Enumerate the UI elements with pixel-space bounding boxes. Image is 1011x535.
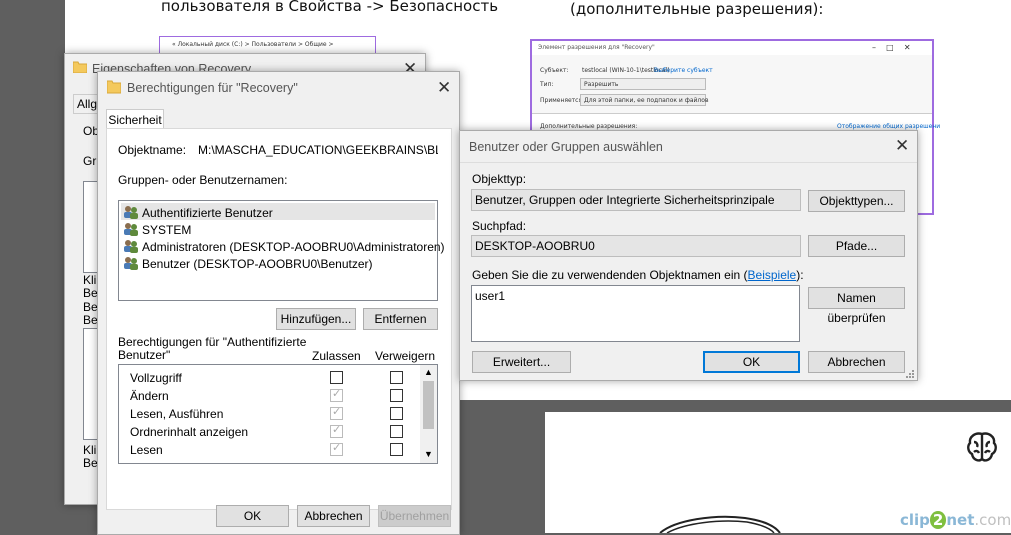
user-name: Benutzer (DESKTOP-AOOBRU0\Benutzer) xyxy=(142,257,373,271)
cancel-button[interactable]: Abbrechen xyxy=(297,505,370,527)
permission-name: Vollzugriff xyxy=(130,371,182,385)
allow-checkbox[interactable] xyxy=(330,405,343,420)
resize-grip-icon[interactable] xyxy=(905,369,915,379)
user-row-authenticated[interactable]: Authentifizierte Benutzer xyxy=(123,205,435,221)
text-partial-1: Kli xyxy=(83,273,97,287)
brain-logo-icon xyxy=(967,432,997,462)
scroll-up-icon[interactable]: ▲ xyxy=(424,367,433,377)
select-users-dialog: Benutzer oder Gruppen auswählen ✕ Objekt… xyxy=(459,130,918,381)
folder-icon xyxy=(107,80,121,94)
permissions-for-label: Berechtigungen für "Authentifizierte Ben… xyxy=(118,335,307,362)
permissions-title: Berechtigungen für "Recovery" xyxy=(127,81,298,95)
objectname-value: M:\MASCHA_EDUCATION\GEEKBRAINS\BLOK xyxy=(198,143,438,157)
user-name: Authentifizierte Benutzer xyxy=(142,206,273,220)
scrollbar[interactable]: ▲ ▼ xyxy=(420,365,437,463)
allow-checkbox[interactable] xyxy=(330,387,343,402)
user-row-users[interactable]: Benutzer (DESKTOP-AOOBRU0\Benutzer) xyxy=(123,256,435,272)
deny-header: Verweigern xyxy=(375,349,436,363)
clip2net-watermark: clip 2 net.com xyxy=(900,511,1011,529)
mini-subject-link: Выберите субъект xyxy=(654,67,713,74)
mini-applies-value: Для этой папки, ее подпапок и файлов xyxy=(584,97,709,104)
text-partial-5: Kli xyxy=(83,443,97,457)
search-path-field: DESKTOP-AOOBRU0 xyxy=(471,235,801,257)
slide-caption-right: (дополнительные разрешения): xyxy=(570,0,824,18)
check-names-button[interactable]: Namen überprüfen xyxy=(808,287,905,325)
permission-name: Lesen, Ausführen xyxy=(130,407,224,421)
advanced-button[interactable]: Erweitert... xyxy=(472,351,571,373)
groups-list: Authentifizierte Benutzer SYSTEM Adminis… xyxy=(118,200,445,301)
users-group-icon xyxy=(124,223,138,236)
add-button[interactable]: Hinzufügen... xyxy=(276,308,356,330)
object-names-label: Geben Sie die zu verwendenden Objektname… xyxy=(472,268,804,282)
cancel-button[interactable]: Abbrechen xyxy=(808,351,905,373)
user-row-system[interactable]: SYSTEM xyxy=(123,222,435,238)
allow-checkbox[interactable] xyxy=(330,423,343,438)
permission-name: Ordnerinhalt anzeigen xyxy=(130,425,249,439)
mini-type-label: Тип: xyxy=(540,81,554,88)
slide-lower-area: clip 2 net.com xyxy=(545,412,1011,533)
user-name: SYSTEM xyxy=(142,223,192,237)
close-icon[interactable]: ✕ xyxy=(437,80,451,97)
mini-explorer-path: « Локальный диск (C:) > Пользователи > О… xyxy=(172,41,334,48)
sketch-arc-drawing xyxy=(659,515,781,533)
mini-window-controls: – □ ✕ xyxy=(872,43,911,52)
ok-button[interactable]: OK xyxy=(703,351,800,373)
mini-type-value: Разрешить xyxy=(584,81,619,88)
paths-button[interactable]: Pfade... xyxy=(808,235,905,257)
permission-name: Ändern xyxy=(130,389,169,403)
apply-button[interactable]: Übernehmen xyxy=(378,505,451,527)
allow-header: Zulassen xyxy=(312,349,361,363)
users-group-icon xyxy=(124,240,138,253)
close-icon[interactable]: ✕ xyxy=(895,138,909,155)
scroll-down-icon[interactable]: ▼ xyxy=(424,449,433,459)
objecttype-field: Benutzer, Gruppen oder Integrierte Siche… xyxy=(471,189,801,211)
deny-checkbox[interactable] xyxy=(390,407,403,420)
deny-checkbox[interactable] xyxy=(390,443,403,456)
object-names-value: user1 xyxy=(475,289,506,303)
user-name: Administratoren (DESKTOP-AOOBRU0\Adminis… xyxy=(142,240,445,254)
search-path-label: Suchpfad: xyxy=(472,219,527,233)
text-partial-6: Be xyxy=(83,456,98,470)
deny-checkbox[interactable] xyxy=(390,389,403,402)
objecttype-label: Objekttyp: xyxy=(472,172,527,186)
text-partial-3: Be xyxy=(83,300,98,314)
permission-name: Lesen xyxy=(130,443,163,457)
object-names-input[interactable]: user1 xyxy=(471,285,800,342)
permissions-list: Vollzugriff Ändern Lesen, Ausführen Ordn… xyxy=(118,364,438,464)
groups-label: Gruppen- oder Benutzernamen: xyxy=(118,173,288,187)
objectname-label: Objektname: xyxy=(118,143,187,157)
slide-caption-left: пользователя в Свойства -> Безопасность xyxy=(161,0,499,15)
deny-checkbox[interactable] xyxy=(390,371,403,384)
users-group-icon xyxy=(124,257,138,270)
text-partial-4: Be xyxy=(83,313,98,327)
tab-security[interactable]: Sicherheit xyxy=(106,109,164,130)
object-types-button[interactable]: Objekttypen... xyxy=(808,190,905,212)
remove-button[interactable]: Entfernen xyxy=(363,308,438,330)
text-partial-2: Be xyxy=(83,286,98,300)
users-group-icon xyxy=(124,206,138,219)
user-row-administrators[interactable]: Administratoren (DESKTOP-AOOBRU0\Adminis… xyxy=(123,239,445,255)
scroll-thumb[interactable] xyxy=(423,381,434,429)
deny-checkbox[interactable] xyxy=(390,425,403,438)
allow-checkbox[interactable] xyxy=(330,371,343,384)
folder-icon xyxy=(73,61,87,73)
mini-adv-label: Дополнительные разрешения: xyxy=(540,123,638,130)
permissions-window: Berechtigungen für "Recovery" ✕ Sicherhe… xyxy=(97,71,460,535)
allow-checkbox[interactable] xyxy=(330,441,343,456)
ok-button[interactable]: OK xyxy=(216,505,289,527)
mini-perm-title: Элемент разрешения для "Recovery" xyxy=(538,44,655,51)
mini-adv-link: Отображение общих разрешени xyxy=(837,123,941,130)
mini-subject-label: Субъект: xyxy=(540,67,569,74)
examples-link[interactable]: Beispiele xyxy=(748,268,797,282)
select-dialog-title: Benutzer oder Gruppen auswählen xyxy=(469,140,663,154)
